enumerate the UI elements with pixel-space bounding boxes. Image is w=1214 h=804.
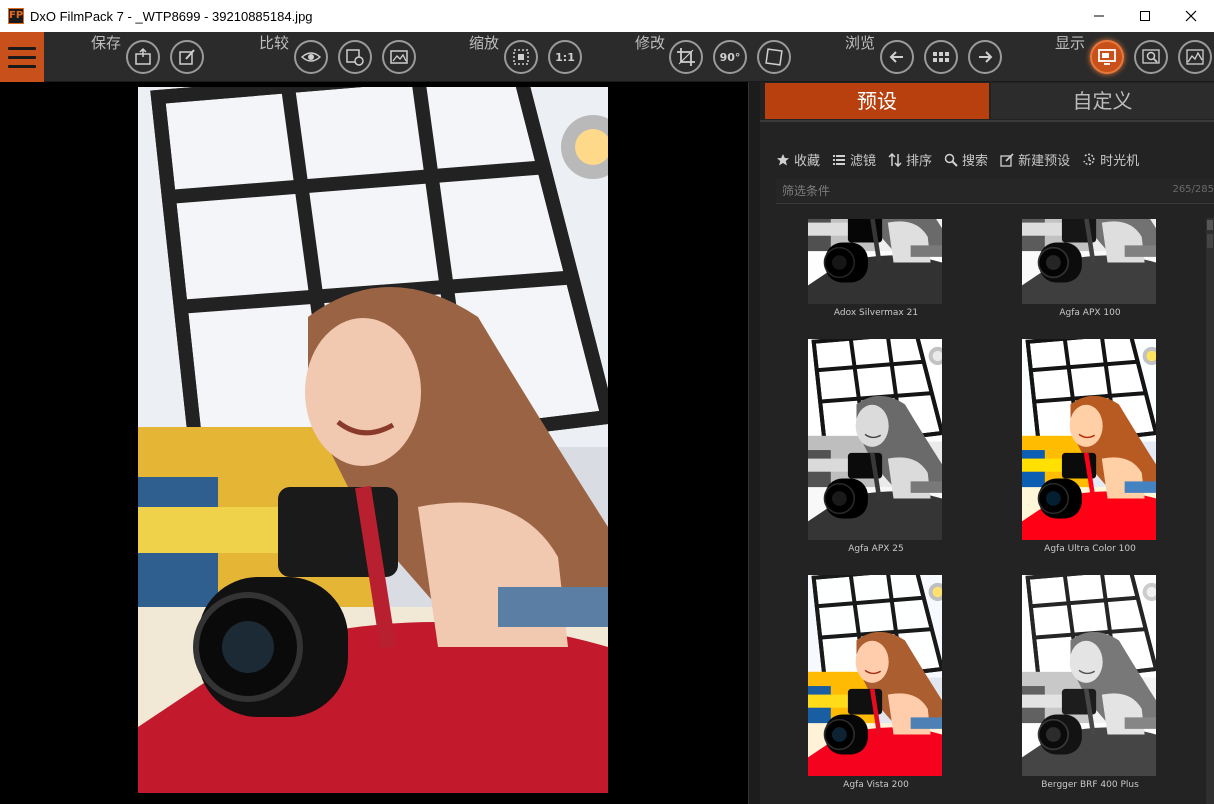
favorites-label: 收藏 bbox=[794, 154, 821, 169]
histogram-icon bbox=[1186, 49, 1204, 65]
filters-label: 滤镜 bbox=[850, 154, 877, 169]
preset-thumbnail bbox=[1022, 219, 1156, 304]
crop-button[interactable] bbox=[669, 40, 703, 74]
straighten-button[interactable] bbox=[757, 40, 791, 74]
preset-toolbar: 收藏 滤镜 排序 搜索 新建预设 时光机 bbox=[776, 150, 1139, 169]
title-bar: FP DxO FilmPack 7 - _WTP8699 - 392108851… bbox=[0, 0, 1214, 32]
panel-tabs: 预设 自定义 bbox=[765, 83, 1214, 119]
search-label: 搜索 bbox=[962, 154, 989, 169]
filter-count: 265/285 bbox=[1172, 184, 1214, 195]
display-group-label: 显示 bbox=[1055, 34, 1086, 52]
loupe-icon bbox=[1142, 49, 1160, 64]
new-preset-button[interactable]: 新建预设 bbox=[1000, 150, 1070, 169]
preset-grid: Adox Silvermax 21 Agfa APX 100 Agfa APX … bbox=[776, 210, 1206, 804]
loupe-button[interactable] bbox=[1134, 40, 1168, 74]
maximize-icon bbox=[1140, 11, 1150, 21]
previous-image-button[interactable] bbox=[880, 40, 914, 74]
preset-name: Agfa Ultra Color 100 bbox=[1044, 544, 1136, 554]
main-photo bbox=[138, 87, 608, 793]
search-icon bbox=[944, 153, 958, 167]
edit-image-icon bbox=[179, 49, 195, 65]
arrow-left-icon bbox=[889, 51, 903, 63]
tab-custom[interactable]: 自定义 bbox=[991, 83, 1214, 119]
browse-group-label: 浏览 bbox=[845, 34, 876, 52]
time-machine-button[interactable]: 时光机 bbox=[1082, 150, 1139, 169]
tabs-divider bbox=[760, 120, 1214, 122]
grid-icon bbox=[933, 52, 949, 62]
time-machine-label: 时光机 bbox=[1100, 154, 1140, 169]
time-machine-icon bbox=[1083, 153, 1095, 165]
fit-screen-icon bbox=[513, 49, 529, 65]
new-preset-label: 新建预设 bbox=[1018, 154, 1071, 169]
image-browser-button[interactable] bbox=[924, 40, 958, 74]
sort-label: 排序 bbox=[906, 154, 933, 169]
split-compare-button[interactable] bbox=[382, 40, 416, 74]
app-window: FP DxO FilmPack 7 - _WTP8699 - 392108851… bbox=[0, 0, 1214, 804]
preset-thumbnail bbox=[808, 219, 942, 304]
main-toolbar: 保存 比较 缩放 1:1 修改 90° 浏览 显示 bbox=[0, 32, 1214, 82]
presets-panel: 预设 自定义 收藏 滤镜 排序 搜索 新建预设 时光机 筛选条件 265/285… bbox=[760, 82, 1214, 804]
sort-icon bbox=[888, 152, 902, 167]
preset-name: Agfa APX 100 bbox=[1059, 308, 1121, 318]
close-icon bbox=[1185, 10, 1197, 22]
straighten-icon bbox=[765, 48, 783, 66]
eye-icon bbox=[301, 52, 321, 62]
export-image-button[interactable] bbox=[126, 40, 160, 74]
fullscreen-display-button[interactable] bbox=[1090, 40, 1124, 74]
rotate-90-label: 90° bbox=[719, 50, 741, 64]
zoom-group-label: 缩放 bbox=[469, 34, 500, 52]
save-group-label: 保存 bbox=[91, 34, 122, 52]
minimize-icon bbox=[1094, 15, 1104, 17]
preset-thumbnail bbox=[1022, 339, 1156, 540]
zoom-100-button[interactable]: 1:1 bbox=[548, 40, 582, 74]
preset-name: Bergger BRF 400 Plus bbox=[1041, 780, 1139, 790]
next-image-button[interactable] bbox=[968, 40, 1002, 74]
rotate-button[interactable]: 90° bbox=[713, 40, 747, 74]
scroll-up-arrow[interactable] bbox=[1207, 220, 1213, 230]
image-compare-icon bbox=[390, 50, 408, 64]
close-button[interactable] bbox=[1168, 0, 1214, 32]
maximize-button[interactable] bbox=[1122, 0, 1168, 32]
preset-name: Agfa Vista 200 bbox=[843, 780, 909, 790]
crop-icon bbox=[677, 48, 695, 66]
filters-button[interactable]: 滤镜 bbox=[832, 150, 876, 169]
compare-button[interactable] bbox=[294, 40, 328, 74]
minimize-button[interactable] bbox=[1076, 0, 1122, 32]
search-button[interactable]: 搜索 bbox=[944, 150, 988, 169]
fit-to-screen-button[interactable] bbox=[504, 40, 538, 74]
preset-name: Adox Silvermax 21 bbox=[833, 308, 919, 318]
image-viewer[interactable] bbox=[0, 82, 748, 804]
histogram-button[interactable] bbox=[1178, 40, 1212, 74]
sort-button[interactable]: 排序 bbox=[888, 150, 932, 169]
app-logo-icon: FP bbox=[8, 8, 24, 24]
tab-presets[interactable]: 预设 bbox=[765, 83, 989, 119]
history-compare-button[interactable] bbox=[338, 40, 372, 74]
new-preset-icon bbox=[1000, 152, 1014, 167]
filter-placeholder: 筛选条件 bbox=[782, 184, 831, 198]
compare-group-label: 比较 bbox=[259, 34, 290, 52]
scroll-thumb[interactable] bbox=[1207, 234, 1213, 248]
favorites-button[interactable]: 收藏 bbox=[776, 150, 820, 169]
export-image-icon bbox=[135, 47, 151, 65]
history-grid-icon bbox=[346, 49, 364, 66]
monitor-icon bbox=[1098, 49, 1116, 65]
filter-field[interactable]: 筛选条件 265/285 bbox=[776, 178, 1214, 204]
save-as-button[interactable] bbox=[170, 40, 204, 74]
preset-name: Agfa APX 25 bbox=[848, 544, 904, 554]
panel-splitter[interactable] bbox=[748, 82, 760, 804]
preset-thumbnail bbox=[808, 575, 942, 776]
window-title: DxO FilmPack 7 - _WTP8699 - 39210885184.… bbox=[30, 8, 313, 24]
arrow-right-icon bbox=[979, 51, 993, 63]
star-icon bbox=[777, 153, 789, 165]
preset-thumbnail bbox=[808, 339, 942, 540]
zoom-100-label: 1:1 bbox=[555, 50, 575, 64]
preset-thumbnail bbox=[1022, 575, 1156, 776]
list-icon bbox=[833, 154, 846, 165]
menu-button[interactable] bbox=[0, 32, 44, 82]
modify-group-label: 修改 bbox=[635, 34, 666, 52]
preset-scrollbar[interactable] bbox=[1206, 218, 1214, 804]
